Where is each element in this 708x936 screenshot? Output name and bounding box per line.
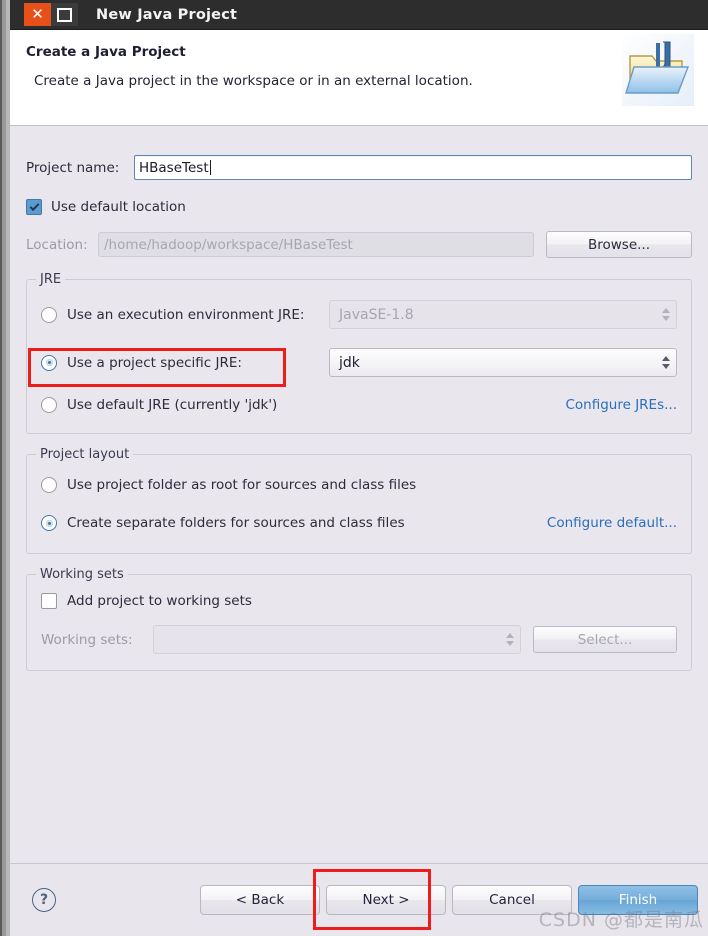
header-title: Create a Java Project: [26, 44, 186, 60]
project-layout-group-legend: Project layout: [36, 447, 134, 462]
cancel-button-label: Cancel: [489, 892, 535, 908]
layout-root-folder-radio[interactable]: [41, 477, 57, 493]
close-icon[interactable]: ✕: [24, 3, 51, 26]
working-sets-group: Working sets Add project to working sets…: [26, 567, 692, 671]
help-icon[interactable]: ?: [32, 888, 56, 912]
next-button[interactable]: Next >: [326, 885, 446, 915]
working-sets-select-label: Select...: [577, 631, 633, 648]
configure-jres-link[interactable]: Configure JREs...: [565, 397, 677, 413]
browse-button-label: Browse...: [587, 236, 651, 253]
new-java-project-dialog: ✕ New Java Project Create a Java Project…: [10, 0, 708, 936]
jre-execution-environment-combo: JavaSE-1.8: [329, 300, 677, 329]
use-default-location-checkbox[interactable]: [26, 199, 42, 215]
back-button-label: < Back: [235, 892, 285, 908]
use-default-location-label: Use default location: [51, 199, 186, 215]
maximize-glyph: [57, 7, 72, 22]
location-label: Location:: [26, 236, 88, 253]
finish-button[interactable]: Finish: [578, 885, 698, 915]
location-row: Location: /home/hadoop/workspace/HBaseTe…: [26, 231, 692, 258]
dialog-title: New Java Project: [96, 6, 238, 23]
chevron-updown-icon: [506, 633, 514, 646]
working-sets-select-button: Select...: [533, 626, 677, 653]
use-default-location-row[interactable]: Use default location: [26, 199, 692, 215]
jre-default-radio[interactable]: [41, 397, 57, 413]
jre-project-specific-row[interactable]: Use a project specific JRE: jdk: [41, 348, 677, 377]
jre-project-specific-combo[interactable]: jdk: [329, 348, 677, 377]
project-layout-group: Project layout Use project folder as roo…: [26, 447, 692, 554]
configure-default-link[interactable]: Configure default...: [547, 515, 677, 531]
jre-project-specific-radio[interactable]: [41, 354, 57, 371]
working-sets-row: Working sets: Select...: [41, 625, 677, 654]
jre-execution-environment-row[interactable]: Use an execution environment JRE: JavaSE…: [41, 300, 677, 329]
dialog-header: Create a Java Project Create a Java proj…: [10, 30, 708, 126]
location-value: /home/hadoop/workspace/HBaseTest: [104, 236, 353, 253]
layout-separate-folders-label: Create separate folders for sources and …: [67, 515, 405, 531]
jre-project-specific-label: Use a project specific JRE:: [67, 354, 242, 371]
layout-root-folder-label: Use project folder as root for sources a…: [67, 477, 417, 493]
jre-execution-environment-value: JavaSE-1.8: [339, 306, 414, 323]
layout-separate-folders-radio[interactable]: [41, 515, 57, 531]
jre-group: JRE Use an execution environment JRE: Ja…: [26, 272, 692, 434]
back-button[interactable]: < Back: [200, 885, 320, 915]
project-name-input[interactable]: HBaseTest: [134, 155, 692, 180]
working-sets-combo: [153, 625, 521, 654]
chevron-updown-icon: [662, 356, 670, 369]
layout-separate-folders-row[interactable]: Create separate folders for sources and …: [41, 515, 677, 531]
maximize-icon[interactable]: [51, 3, 78, 26]
header-subtitle: Create a Java project in the workspace o…: [34, 73, 473, 89]
text-caret: [209, 160, 211, 175]
dialog-body: Project name: HBaseTest Use default loca…: [10, 126, 708, 863]
cancel-button[interactable]: Cancel: [452, 885, 572, 915]
add-to-working-sets-checkbox[interactable]: [41, 593, 57, 609]
layout-root-folder-row[interactable]: Use project folder as root for sources a…: [41, 477, 677, 493]
working-sets-group-legend: Working sets: [36, 567, 128, 582]
next-button-label: Next >: [362, 892, 410, 908]
project-name-value: HBaseTest: [139, 159, 209, 176]
project-name-label: Project name:: [26, 159, 120, 176]
jre-execution-environment-label: Use an execution environment JRE:: [67, 306, 305, 323]
browse-button[interactable]: Browse...: [546, 231, 692, 258]
working-sets-label: Working sets:: [41, 631, 133, 648]
jre-project-specific-value: jdk: [339, 354, 360, 371]
desktop-backdrop: [0, 0, 10, 936]
finish-button-label: Finish: [618, 892, 658, 908]
screenshot-root: ✕ New Java Project Create a Java Project…: [0, 0, 708, 936]
add-to-working-sets-label: Add project to working sets: [67, 593, 252, 609]
location-input: /home/hadoop/workspace/HBaseTest: [98, 232, 534, 257]
add-to-working-sets-row[interactable]: Add project to working sets: [41, 593, 677, 609]
chevron-updown-icon: [662, 308, 670, 321]
jre-execution-environment-radio[interactable]: [41, 306, 57, 323]
jre-group-legend: JRE: [36, 272, 66, 287]
help-icon-glyph: ?: [39, 892, 49, 908]
footer-button-group: < Back Next > Cancel Finish: [200, 885, 698, 915]
java-project-folder-icon: [622, 34, 694, 106]
jre-default-label: Use default JRE (currently 'jdk'): [67, 397, 278, 413]
project-name-row: Project name: HBaseTest: [26, 155, 692, 180]
jre-default-row[interactable]: Use default JRE (currently 'jdk') Config…: [41, 397, 677, 413]
dialog-footer: ? < Back Next > Cancel Finish CSDN @都是南瓜: [10, 863, 708, 936]
dialog-titlebar: ✕ New Java Project: [10, 0, 708, 30]
